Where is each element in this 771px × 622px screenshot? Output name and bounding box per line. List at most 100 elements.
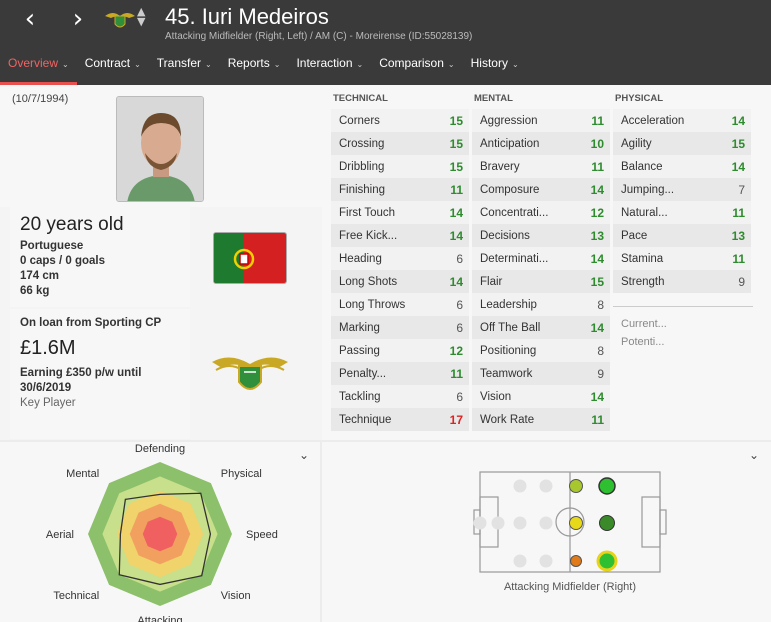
- attribute-row[interactable]: Pace 13: [613, 224, 751, 247]
- attribute-value: 11: [732, 205, 745, 220]
- attribute-row[interactable]: Strength 9: [613, 270, 751, 293]
- attribute-row[interactable]: First Touch 14: [331, 201, 469, 224]
- attribute-row[interactable]: Concentrati... 12: [472, 201, 610, 224]
- attribute-name: Off The Ball: [480, 321, 541, 334]
- attribute-value: 11: [591, 412, 604, 427]
- player-value: £1.6M: [20, 337, 76, 359]
- radar-label: Technical: [53, 590, 99, 602]
- attribute-name: Dribbling: [339, 160, 385, 173]
- attribute-row[interactable]: Tackling 6: [331, 385, 469, 408]
- attribute-value: 11: [732, 251, 745, 266]
- mental-column: MENTAL Aggression 11 Anticipation 10 Bravery…: [472, 93, 610, 431]
- attribute-row[interactable]: Off The Ball 14: [472, 316, 610, 339]
- technical-list: Corners 15 Crossing 15 Dribbling 15 Finishing 1…: [331, 109, 469, 431]
- tab-reports[interactable]: Reports ⌄: [220, 49, 289, 85]
- attribute-row[interactable]: Agility 15: [613, 132, 751, 155]
- attribute-radar-chart: Defending Physical Speed Vision Attacking Tec…: [46, 443, 278, 622]
- attribute-value: 14: [590, 251, 604, 266]
- attribute-row[interactable]: Leadership 8: [472, 293, 610, 316]
- player-subtitle: Attacking Midfielder (Right, Left) / AM …: [165, 31, 473, 42]
- tab-label: Reports: [227, 56, 270, 70]
- attribute-row[interactable]: Finishing 11: [331, 178, 469, 201]
- attribute-row[interactable]: Vision 14: [472, 385, 610, 408]
- tab-contract[interactable]: Contract ⌄: [77, 49, 149, 85]
- attribute-row[interactable]: Corners 15: [331, 109, 469, 132]
- attribute-row[interactable]: Bravery 11: [472, 155, 610, 178]
- radar-label: Speed: [246, 529, 278, 541]
- ability-box: Current... Potenti...: [613, 306, 753, 351]
- attribute-name: Long Throws: [339, 298, 406, 311]
- attribute-row[interactable]: Heading 6: [331, 247, 469, 270]
- forward-arrow-icon[interactable]: ›: [66, 6, 90, 32]
- attribute-row[interactable]: Crossing 15: [331, 132, 469, 155]
- tab-overview[interactable]: Overview ⌄: [0, 49, 77, 85]
- attribute-value: 15: [731, 136, 745, 151]
- attribute-row[interactable]: Stamina 11: [613, 247, 751, 270]
- physical-heading: PHYSICAL: [615, 93, 664, 104]
- attribute-row[interactable]: Anticipation 10: [472, 132, 610, 155]
- attribute-row[interactable]: Balance 14: [613, 155, 751, 178]
- attribute-name: Free Kick...: [339, 229, 398, 242]
- attribute-name: Vision: [480, 390, 512, 403]
- radar-label: Defending: [135, 443, 185, 455]
- attribute-value: 17: [449, 412, 463, 427]
- attribute-value: 15: [590, 274, 604, 289]
- radar-band: [142, 516, 178, 552]
- attribute-name: Jumping...: [621, 183, 675, 196]
- chevron-down-icon: ⌄: [205, 60, 212, 69]
- attribute-row[interactable]: Long Throws 6: [331, 293, 469, 316]
- attribute-value: 11: [450, 366, 463, 381]
- attribute-name: Stamina: [621, 252, 664, 265]
- attribute-row[interactable]: Aggression 11: [472, 109, 610, 132]
- date-of-birth: (10/7/1994): [12, 93, 69, 105]
- position-menu-chevron-icon[interactable]: ⌄: [749, 448, 759, 462]
- attribute-row[interactable]: Flair 15: [472, 270, 610, 293]
- attribute-name: Pace: [621, 229, 648, 242]
- attribute-row[interactable]: Marking 6: [331, 316, 469, 339]
- player-photo: [116, 96, 204, 202]
- attribute-row[interactable]: Acceleration 14: [613, 109, 751, 132]
- attribute-row[interactable]: Natural... 11: [613, 201, 751, 224]
- attribute-row[interactable]: Determinati... 14: [472, 247, 610, 270]
- tab-interaction[interactable]: Interaction ⌄: [288, 49, 371, 85]
- technical-column: TECHNICAL Corners 15 Crossing 15 Dribbling 15…: [331, 93, 469, 431]
- attribute-name: Heading: [339, 252, 382, 265]
- back-arrow-icon[interactable]: ‹: [18, 6, 42, 32]
- club-badge-icon: [212, 357, 288, 390]
- player-name: 45. Iuri Medeiros: [165, 4, 329, 29]
- club-badge-icon[interactable]: [105, 8, 135, 30]
- position-pitch: Attacking Midfielder (Right): [473, 471, 667, 593]
- attribute-row[interactable]: Decisions 13: [472, 224, 610, 247]
- attribute-row[interactable]: Passing 12: [331, 339, 469, 362]
- attribute-row[interactable]: Technique 17: [331, 408, 469, 431]
- attribute-row[interactable]: Work Rate 11: [472, 408, 610, 431]
- attribute-name: Teamwork: [480, 367, 533, 380]
- attribute-value: 12: [590, 205, 604, 220]
- attribute-row[interactable]: Teamwork 9: [472, 362, 610, 385]
- attribute-name: Penalty...: [339, 367, 387, 380]
- attribute-name: Crossing: [339, 137, 385, 150]
- attribute-row[interactable]: Dribbling 15: [331, 155, 469, 178]
- attribute-name: Long Shots: [339, 275, 398, 288]
- attribute-value: 6: [456, 251, 463, 266]
- player-switch-icon[interactable]: ▲ ▼: [137, 6, 145, 27]
- attribute-value: 9: [738, 274, 745, 289]
- attribute-row[interactable]: Jumping... 7: [613, 178, 751, 201]
- mental-heading: MENTAL: [474, 93, 513, 104]
- attribute-row[interactable]: Free Kick... 14: [331, 224, 469, 247]
- squad-role: Key Player: [20, 397, 76, 409]
- attribute-row[interactable]: Composure 14: [472, 178, 610, 201]
- attribute-value: 14: [449, 274, 463, 289]
- attribute-value: 15: [449, 136, 463, 151]
- attribute-value: 11: [450, 182, 463, 197]
- attribute-row[interactable]: Positioning 8: [472, 339, 610, 362]
- age: 20 years old: [20, 214, 124, 235]
- attribute-value: 14: [449, 228, 463, 243]
- tab-history[interactable]: History ⌄: [463, 49, 527, 85]
- attribute-name: Passing: [339, 344, 380, 357]
- radar-label: Aerial: [46, 529, 74, 541]
- attribute-row[interactable]: Long Shots 14: [331, 270, 469, 293]
- tab-transfer[interactable]: Transfer ⌄: [149, 49, 220, 85]
- tab-comparison[interactable]: Comparison ⌄: [371, 49, 462, 85]
- attribute-row[interactable]: Penalty... 11: [331, 362, 469, 385]
